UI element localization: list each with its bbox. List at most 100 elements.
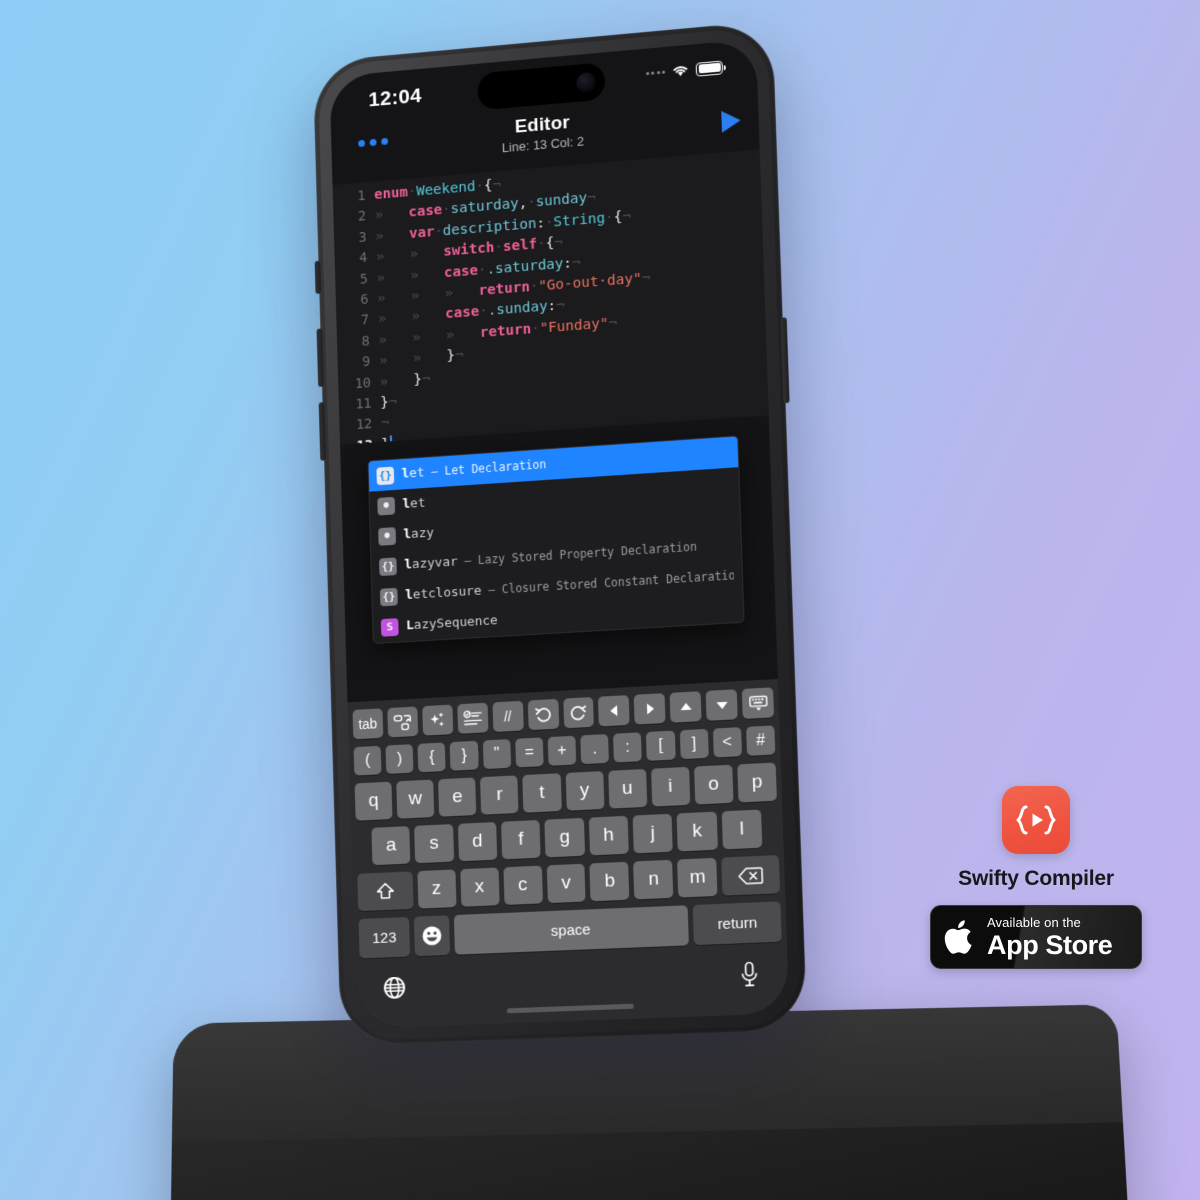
braces-play-icon [1016, 805, 1056, 835]
keyboard-key-sparkles-icon[interactable] [422, 704, 454, 736]
autocomplete-item-description: – Let Declaration [424, 457, 547, 480]
keyboard-key-f[interactable]: f [501, 819, 541, 860]
keyboard-key-symbol[interactable]: [ [646, 730, 676, 761]
code-editor[interactable]: 1 enum·Weekend·{¬ 2» case·saturday,·sunday… [332, 149, 769, 445]
code-token: » [374, 205, 409, 224]
redo-icon [569, 704, 588, 722]
keyboard-key-z[interactable]: z [416, 869, 457, 909]
app-store-text: Available on the App Store [987, 916, 1113, 959]
keyboard-key-t[interactable]: t [522, 773, 562, 813]
globe-icon[interactable] [382, 974, 408, 1001]
keyboard-key-symbol[interactable]: . [580, 733, 610, 765]
keyboard-key-backspace[interactable] [721, 855, 781, 896]
microphone-icon[interactable] [738, 961, 761, 988]
signal-dots-icon [645, 70, 666, 76]
keyboard-key-emoji[interactable] [413, 915, 450, 957]
silence-switch[interactable] [314, 260, 322, 295]
keyboard-key-a[interactable]: a [371, 826, 411, 866]
keyboard-key-l[interactable]: l [721, 809, 763, 850]
keyboard-key-e[interactable]: e [438, 777, 477, 817]
keyboard-key-numeric[interactable]: 123 [358, 916, 411, 959]
keyboard-key-checklist-icon[interactable] [457, 702, 489, 734]
keyboard-key-return[interactable]: return [693, 901, 782, 946]
keyboard-key-undo-icon[interactable] [527, 698, 559, 731]
keyboard-key-symbol[interactable]: ( [353, 745, 382, 776]
keyboard-key-symbol[interactable]: " [482, 739, 511, 770]
code-token: return [478, 279, 531, 299]
home-indicator[interactable] [506, 1003, 634, 1014]
keyboard-key-arrow-right-icon[interactable] [633, 693, 666, 725]
keyboard-key-arrow-down-icon[interactable] [705, 689, 738, 721]
keyboard-key-k[interactable]: k [676, 811, 718, 852]
line-number: 13 [340, 435, 382, 444]
keyboard-key-symbol[interactable]: + [547, 735, 577, 766]
keyboard-key-tab-key[interactable]: tab [352, 708, 384, 740]
keyboard-key-b[interactable]: b [589, 861, 630, 902]
keyboard-key-v[interactable]: v [546, 863, 587, 904]
code-token: ¬ [555, 297, 565, 315]
front-camera [575, 71, 597, 94]
keyboard-key-d[interactable]: d [457, 822, 498, 862]
keyboard-key-p[interactable]: p [737, 762, 777, 803]
keyboard-key-symbol[interactable]: # [745, 725, 776, 756]
keyboard-key-symbol[interactable]: : [613, 732, 643, 763]
keyboard-key-symbol[interactable]: } [450, 740, 479, 771]
keyboard-key-y[interactable]: y [565, 771, 605, 811]
keyboard-key-j[interactable]: j [632, 813, 674, 854]
keyboard-key-g[interactable]: g [544, 817, 585, 858]
hide-keyboard-icon [748, 694, 769, 711]
keyboard-key-o[interactable]: o [693, 764, 734, 805]
keyboard-key-symbol[interactable]: ) [385, 744, 414, 775]
keyboard-key-u[interactable]: u [607, 768, 647, 809]
code-token: » » [377, 306, 446, 328]
keyboard-key-shift[interactable] [357, 871, 414, 912]
branding-block: Swifty Compiler Available on the App Sto… [930, 786, 1142, 969]
keyboard-key-s[interactable]: s [414, 824, 454, 864]
arrow-right-icon [646, 703, 654, 714]
keyboard-key-symbol[interactable]: { [417, 742, 447, 773]
autocomplete-item-label: let – Let Declaration [401, 457, 547, 482]
keyboard-key-i[interactable]: i [650, 766, 691, 807]
code-token: » » [375, 244, 444, 266]
keyboard-key-q[interactable]: q [354, 781, 393, 821]
arrow-down-icon [716, 701, 728, 710]
refactor-icon [393, 713, 412, 731]
keyboard-key-symbol[interactable]: < [712, 727, 742, 758]
app-store-badge[interactable]: Available on the App Store [930, 905, 1142, 969]
status-indicators [645, 60, 723, 82]
keyboard-key-m[interactable]: m [677, 857, 718, 898]
wifi-icon [671, 62, 690, 77]
autocomplete-item-label: let [402, 495, 426, 512]
undo-icon [533, 706, 552, 724]
status-time: 12:04 [368, 84, 422, 112]
keyboard-key-symbol[interactable]: = [514, 737, 544, 768]
app-name-label: Swifty Compiler [958, 867, 1114, 890]
keyboard-key-space[interactable]: space [453, 905, 690, 955]
keyboard-key-c[interactable]: c [502, 865, 543, 906]
code-token: switch [443, 240, 495, 260]
phone-mockup: 12:04 Editor Line: 13 Col: 2 1 enum·Week… [312, 20, 808, 1047]
code-token: .sunday [487, 298, 548, 320]
keyboard-key-arrow-left-icon[interactable] [598, 695, 630, 727]
text-cursor [389, 435, 393, 445]
keyboard-key-x[interactable]: x [459, 867, 500, 907]
code-token: var [408, 224, 435, 242]
keyboard-key-h[interactable]: h [588, 815, 629, 856]
keyboard-key-n[interactable]: n [633, 859, 674, 900]
keyboard-key-comment-icon[interactable]: // [492, 700, 524, 733]
arrow-up-icon [680, 702, 692, 711]
arrow-left-icon [610, 705, 618, 717]
keyboard-key-symbol[interactable]: ] [679, 728, 709, 760]
swifty-compiler-app-icon[interactable] [1002, 786, 1070, 854]
keyboard-key-hide-keyboard-icon[interactable] [741, 687, 775, 719]
keyboard-key-redo-icon[interactable] [562, 696, 595, 729]
play-icon[interactable] [721, 109, 741, 133]
autocomplete-popup[interactable]: {} let – Let Declaration • let • lazy{} lazyva… [367, 435, 745, 645]
code-token: ¬ [421, 370, 431, 387]
battery-icon [695, 60, 723, 77]
keyboard-key-refactor-icon[interactable] [387, 706, 419, 738]
code-token: ¬ [454, 347, 464, 364]
keyboard-key-r[interactable]: r [480, 775, 519, 815]
keyboard-key-w[interactable]: w [396, 779, 435, 819]
keyboard-key-arrow-up-icon[interactable] [669, 691, 702, 723]
